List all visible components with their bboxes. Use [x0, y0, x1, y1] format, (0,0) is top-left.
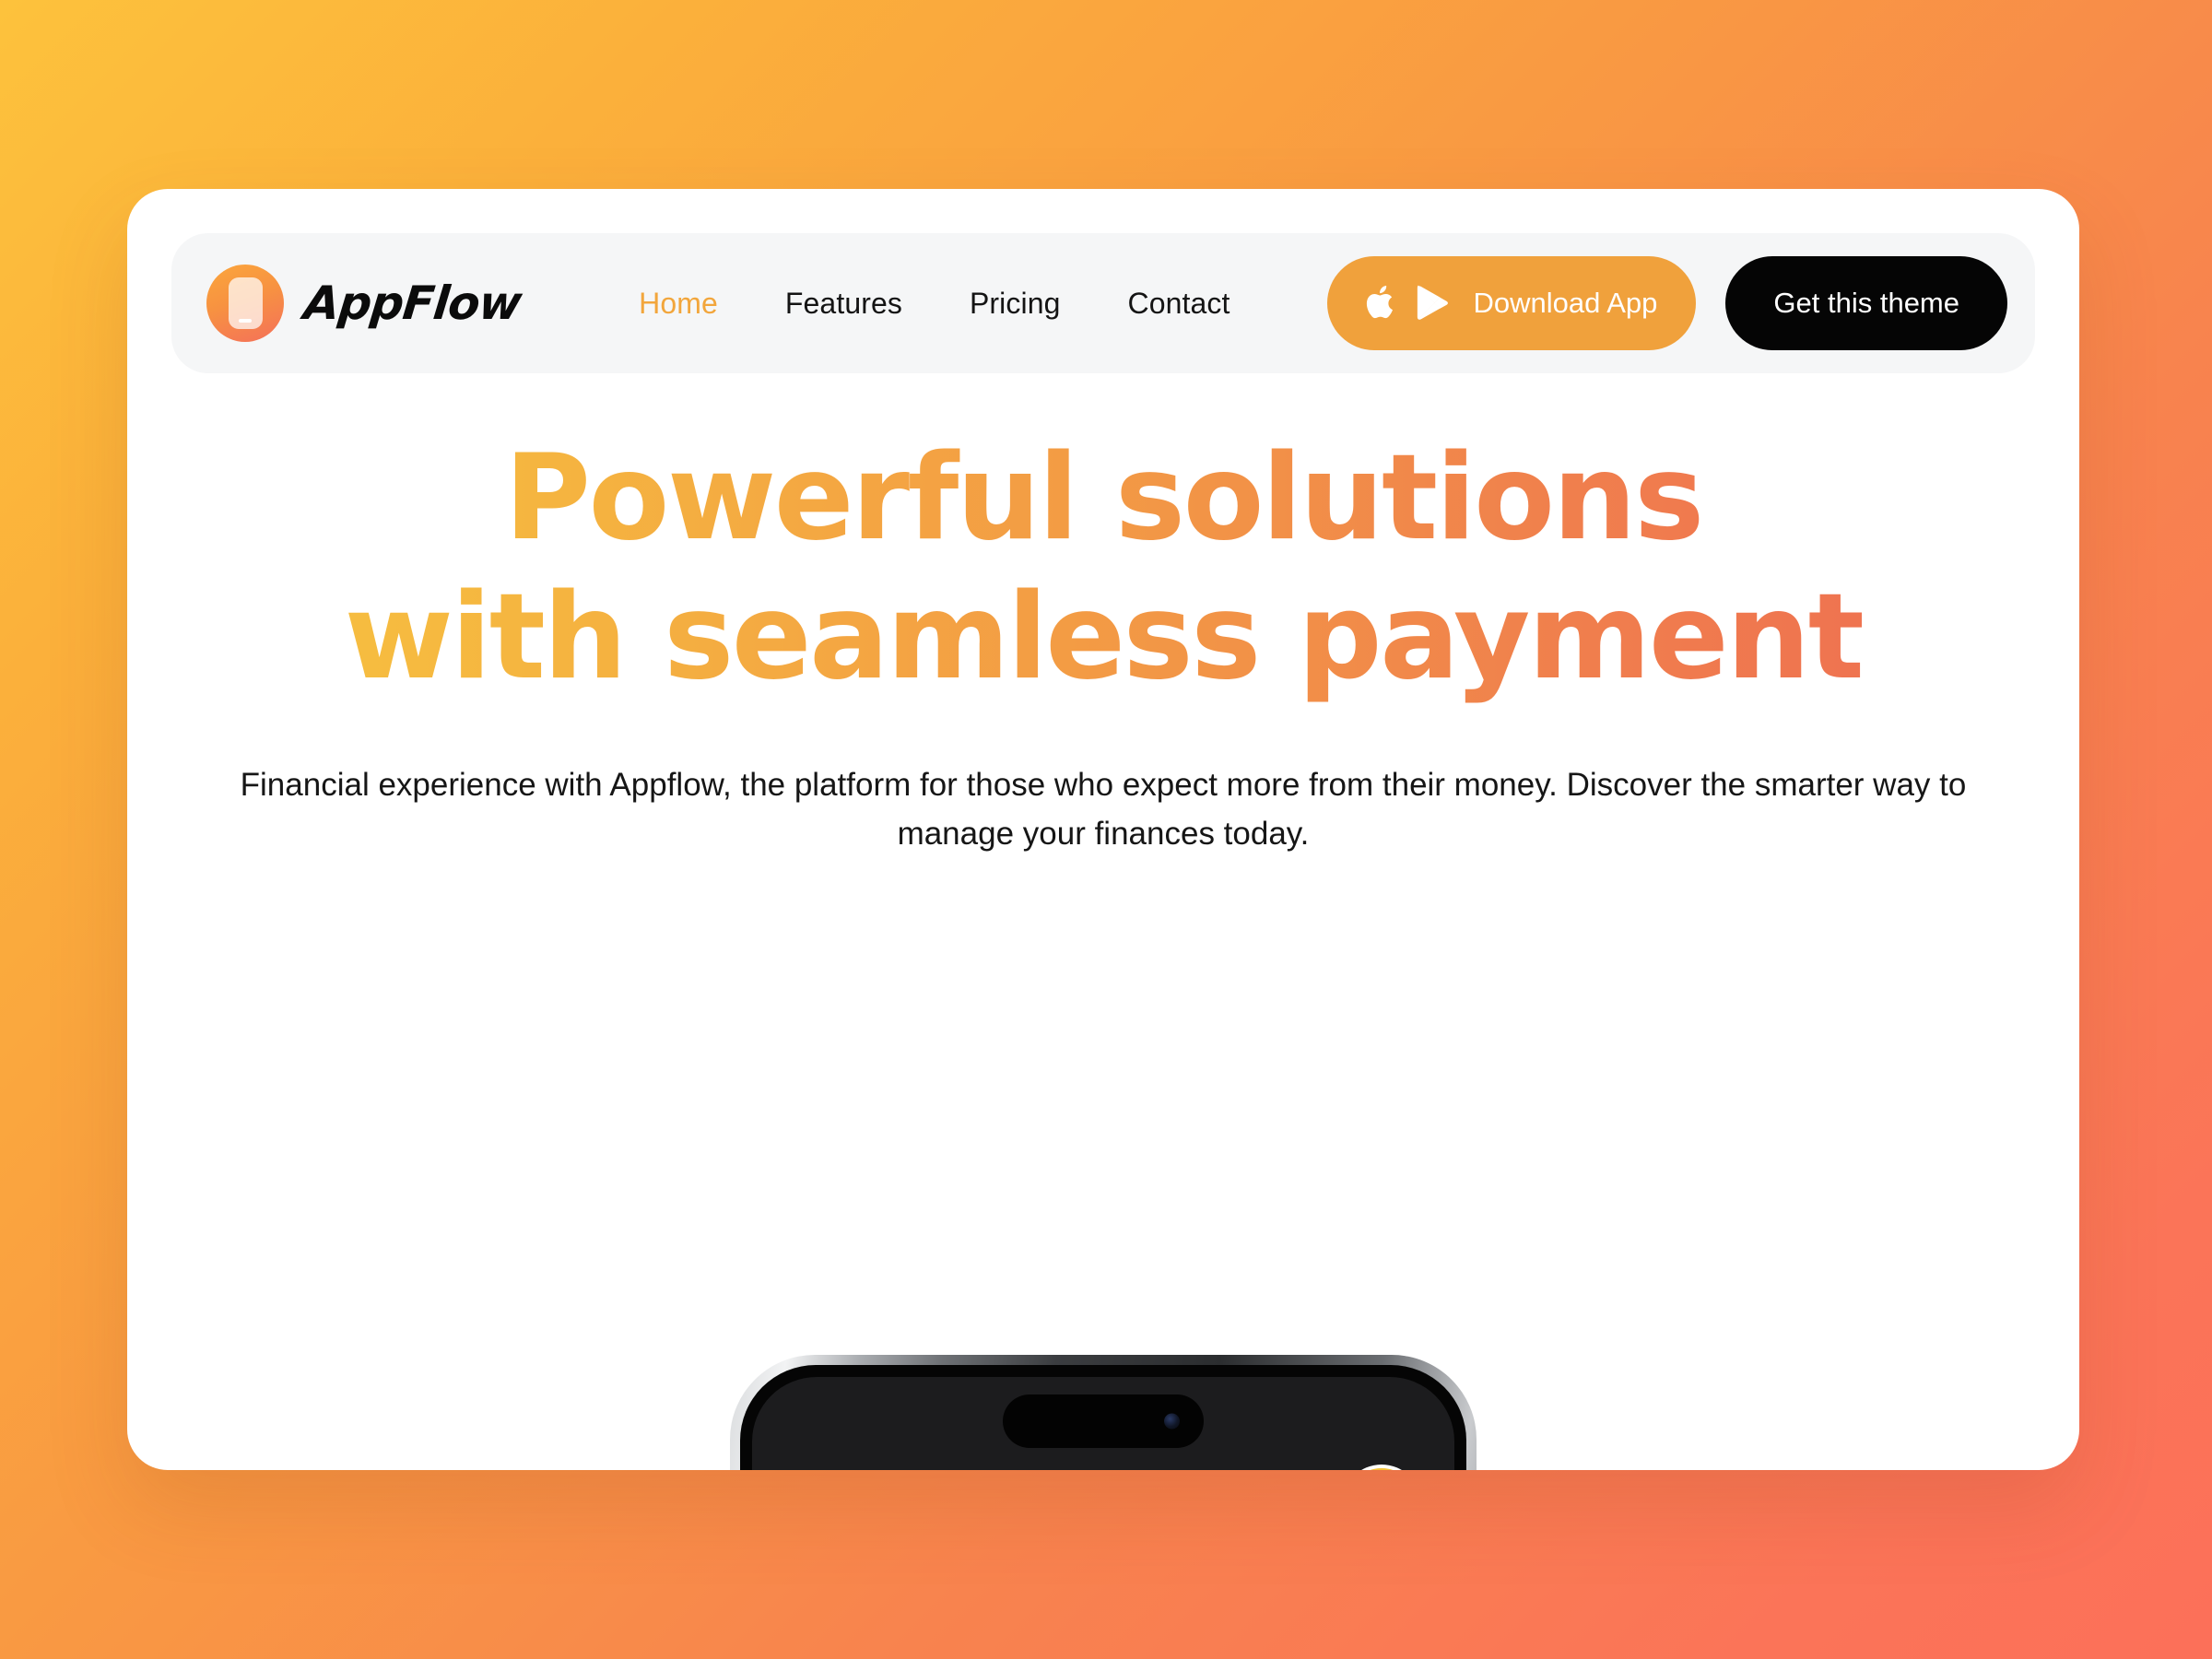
avatar[interactable]: [1342, 1465, 1421, 1470]
phone-in-circle-icon: [206, 265, 284, 342]
download-app-label: Download App: [1473, 287, 1658, 319]
nav-item-pricing[interactable]: Pricing: [970, 287, 1061, 321]
phone-bezel: Hello, Josh!: [740, 1365, 1466, 1470]
page-title: Powerful solutions with seamless payment: [127, 429, 2079, 707]
hero-section: Powerful solutions with seamless payment…: [127, 429, 2079, 858]
hero-title-line-2: with seamless payment: [344, 569, 1863, 707]
phone-mockup: Hello, Josh!: [730, 1355, 1477, 1470]
nav-links: Home Features Pricing Contact: [639, 287, 1230, 321]
phone-screen: Hello, Josh!: [752, 1377, 1454, 1470]
brand-logo[interactable]: AppFlow: [206, 265, 524, 342]
browser-window-panel: AppFlow Home Features Pricing Contact Do…: [127, 189, 2079, 1470]
get-theme-label: Get this theme: [1773, 287, 1959, 319]
get-theme-button[interactable]: Get this theme: [1725, 256, 2007, 350]
phone-glyph: [228, 277, 263, 329]
app-header: Hello, Josh!: [752, 1456, 1454, 1470]
hero-title-line-1: Powerful solutions: [504, 429, 1702, 567]
navigation-bar: AppFlow Home Features Pricing Contact Do…: [171, 233, 2035, 373]
front-camera-icon: [1164, 1413, 1180, 1430]
phone-frame: Hello, Josh!: [730, 1355, 1477, 1470]
app-header-actions: [1274, 1465, 1421, 1470]
nav-item-home[interactable]: Home: [639, 287, 718, 321]
nav-item-contact[interactable]: Contact: [1128, 287, 1230, 321]
dynamic-island: [1003, 1394, 1204, 1448]
nav-actions: Download App Get this theme: [1327, 256, 2007, 350]
apple-icon: [1364, 283, 1397, 324]
memoji-avatar: [1346, 1468, 1418, 1470]
download-app-button[interactable]: Download App: [1327, 256, 1697, 350]
google-play-icon: [1415, 284, 1450, 324]
nav-item-features[interactable]: Features: [785, 287, 902, 321]
brand-name: AppFlow: [300, 276, 524, 330]
hero-subtitle: Financial experience with Appflow, the p…: [240, 767, 1967, 853]
